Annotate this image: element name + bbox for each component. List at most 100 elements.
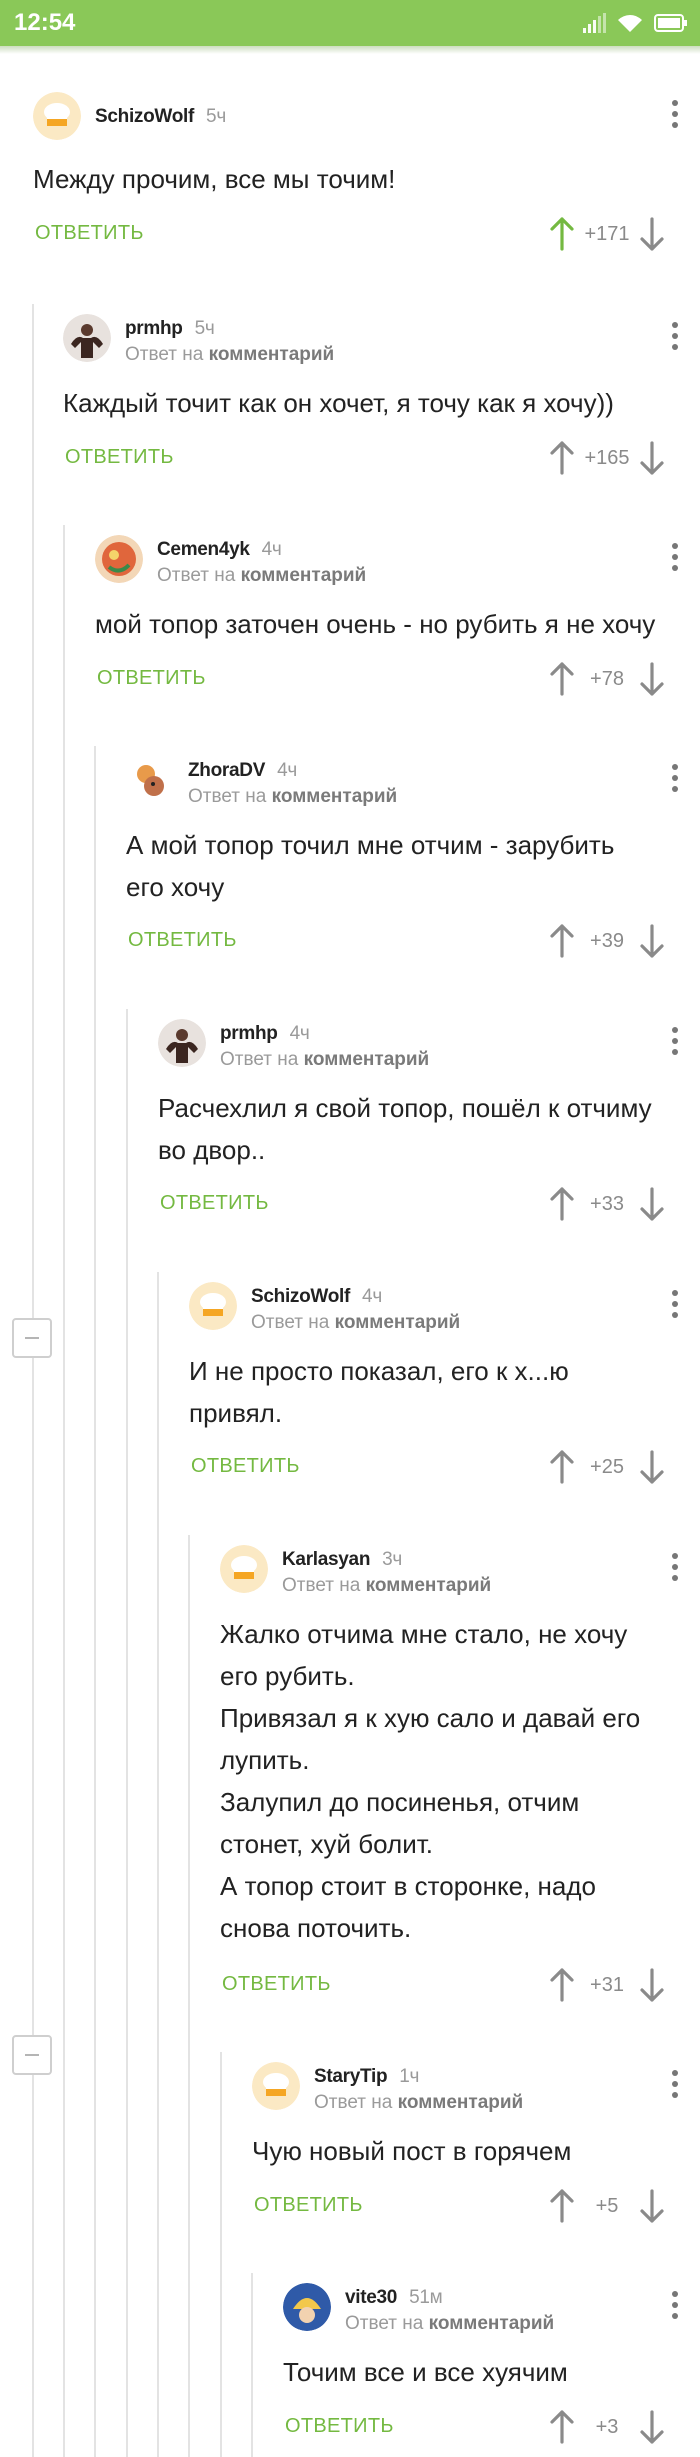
reply-to-link[interactable]: комментарий — [209, 344, 335, 365]
comment-author[interactable]: StaryTip 1ч — [314, 2066, 419, 2088]
comment-text-line: снова поточить. — [220, 1913, 412, 1943]
more-options-icon[interactable] — [670, 2291, 680, 2325]
comment-author[interactable]: SchizoWolf 4ч — [251, 1286, 382, 1308]
upvote-arrow-icon[interactable] — [548, 1967, 576, 2003]
comment-time: 5ч — [194, 318, 215, 339]
comment-author[interactable]: Cemen4yk 4ч — [157, 539, 282, 561]
upvote-arrow-icon[interactable] — [548, 923, 576, 959]
author-name[interactable]: Karlasyan — [282, 1549, 370, 1570]
bodybuilder-avatar[interactable] — [158, 1019, 206, 1067]
author-name[interactable]: ZhoraDV — [188, 760, 265, 781]
reply-to-link[interactable]: комментарий — [335, 1312, 461, 1333]
signal-icon — [583, 13, 606, 33]
downvote-arrow-icon[interactable] — [638, 2188, 666, 2224]
more-options-icon[interactable] — [670, 1290, 680, 1324]
more-options-icon[interactable] — [670, 543, 680, 577]
reply-button[interactable]: ОТВЕТИТЬ — [65, 446, 174, 469]
comment-text-line: Залупил до посиненья, отчим — [220, 1787, 580, 1817]
comment-author[interactable]: ZhoraDV 4ч — [188, 760, 297, 782]
upvote-arrow-icon[interactable] — [548, 440, 576, 476]
vote-controls: +3 — [548, 2407, 666, 2447]
author-name[interactable]: prmhp — [125, 318, 183, 339]
comment-header: Cemen4yk 4ч Ответ на комментарий — [95, 535, 678, 595]
downvote-arrow-icon[interactable] — [638, 2409, 666, 2445]
author-name[interactable]: prmhp — [220, 1023, 278, 1044]
dragon-avatar[interactable] — [95, 535, 143, 583]
downvote-arrow-icon[interactable] — [638, 1449, 666, 1485]
vote-controls: +5 — [548, 2186, 666, 2226]
more-options-icon[interactable] — [670, 764, 680, 798]
comment-text-line: А топор стоит в сторонке, надо — [220, 1871, 597, 1901]
author-name[interactable]: StaryTip — [314, 2066, 388, 2087]
more-options-icon[interactable] — [670, 322, 680, 356]
downvote-arrow-icon[interactable] — [638, 216, 666, 252]
downvote-arrow-icon[interactable] — [638, 661, 666, 697]
reply-button[interactable]: ОТВЕТИТЬ — [191, 1455, 300, 1478]
comment-text-line: Чую новый пост в горячем — [252, 2136, 572, 2166]
thread-guide-line[interactable] — [126, 1009, 128, 2457]
comment: StaryTip 1ч Ответ на комментарий Чую новый … — [252, 2062, 678, 2230]
reply-to-link[interactable]: комментарий — [398, 2092, 524, 2113]
reply-button[interactable]: ОТВЕТИТЬ — [254, 2194, 363, 2217]
upvote-arrow-icon[interactable] — [548, 661, 576, 697]
reply-button[interactable]: ОТВЕТИТЬ — [35, 222, 144, 245]
battery-icon — [654, 14, 687, 32]
bodybuilder-avatar[interactable] — [63, 314, 111, 362]
more-options-icon[interactable] — [670, 1027, 680, 1061]
comment-author[interactable]: prmhp 4ч — [220, 1023, 310, 1045]
chef-hat-avatar[interactable] — [220, 1545, 268, 1593]
toolbar-shadow — [0, 46, 700, 54]
cartoon-avatar[interactable] — [126, 756, 174, 804]
upvote-arrow-icon[interactable] — [548, 216, 576, 252]
upvote-arrow-icon[interactable] — [548, 1449, 576, 1485]
reply-button[interactable]: ОТВЕТИТЬ — [128, 929, 237, 952]
thread-guide-line[interactable] — [188, 1535, 190, 2457]
comment-text-line: А мой топор точил мне отчим - зарубить — [126, 830, 615, 860]
reply-button[interactable]: ОТВЕТИТЬ — [222, 1973, 331, 1996]
upvote-arrow-icon[interactable] — [548, 2188, 576, 2224]
reply-button[interactable]: ОТВЕТИТЬ — [160, 1192, 269, 1215]
comment-text-line: Расчехлил я свой топор, пошёл к отчиму — [158, 1093, 652, 1123]
reply-to-link[interactable]: комментарий — [429, 2313, 555, 2334]
collapse-thread-button[interactable] — [12, 1318, 52, 1358]
chef-hat-avatar[interactable] — [189, 1282, 237, 1330]
comment-author[interactable]: SchizoWolf 5ч — [95, 106, 226, 128]
downvote-arrow-icon[interactable] — [638, 1186, 666, 1222]
thread-guide-line[interactable] — [251, 2273, 253, 2457]
downvote-arrow-icon[interactable] — [638, 923, 666, 959]
downvote-arrow-icon[interactable] — [638, 1967, 666, 2003]
comment-text-line: Каждый точит как он хочет, я точу как я … — [63, 388, 614, 418]
upvote-arrow-icon[interactable] — [548, 1186, 576, 1222]
author-name[interactable]: Cemen4yk — [157, 539, 250, 560]
chef-hat-avatar[interactable] — [252, 2062, 300, 2110]
cap-avatar[interactable] — [283, 2283, 331, 2331]
thread-guide-line[interactable] — [32, 304, 34, 2457]
status-bar: 12:54 — [0, 0, 700, 46]
comment-author[interactable]: Karlasyan 3ч — [282, 1549, 402, 1571]
thread-guide-line[interactable] — [157, 1272, 159, 2457]
reply-to-label: Ответ на комментарий — [157, 565, 366, 587]
author-name[interactable]: SchizoWolf — [251, 1286, 350, 1307]
reply-button[interactable]: ОТВЕТИТЬ — [285, 2415, 394, 2438]
upvote-arrow-icon[interactable] — [548, 2409, 576, 2445]
comment-author[interactable]: prmhp 5ч — [125, 318, 215, 340]
thread-guide-line[interactable] — [220, 2052, 222, 2457]
reply-to-link[interactable]: комментарий — [304, 1049, 430, 1070]
author-name[interactable]: vite30 — [345, 2287, 397, 2308]
reply-to-link[interactable]: комментарий — [366, 1575, 492, 1596]
reply-to-link[interactable]: комментарий — [272, 786, 398, 807]
reply-to-link[interactable]: комментарий — [241, 565, 367, 586]
downvote-arrow-icon[interactable] — [638, 440, 666, 476]
more-options-icon[interactable] — [670, 1553, 680, 1587]
more-options-icon[interactable] — [670, 2070, 680, 2104]
comment-time: 4ч — [277, 760, 297, 781]
more-options-icon[interactable] — [670, 100, 680, 134]
comment-author[interactable]: vite30 51м — [345, 2287, 443, 2309]
author-name[interactable]: SchizoWolf — [95, 106, 194, 127]
reply-button[interactable]: ОТВЕТИТЬ — [97, 667, 206, 690]
thread-guide-line[interactable] — [94, 746, 96, 2457]
comment: vite30 51м Ответ на комментарий Точим все и… — [283, 2283, 678, 2451]
chef-hat-avatar[interactable] — [33, 92, 81, 140]
thread-guide-line[interactable] — [63, 525, 65, 2457]
collapse-thread-button[interactable] — [12, 2035, 52, 2075]
